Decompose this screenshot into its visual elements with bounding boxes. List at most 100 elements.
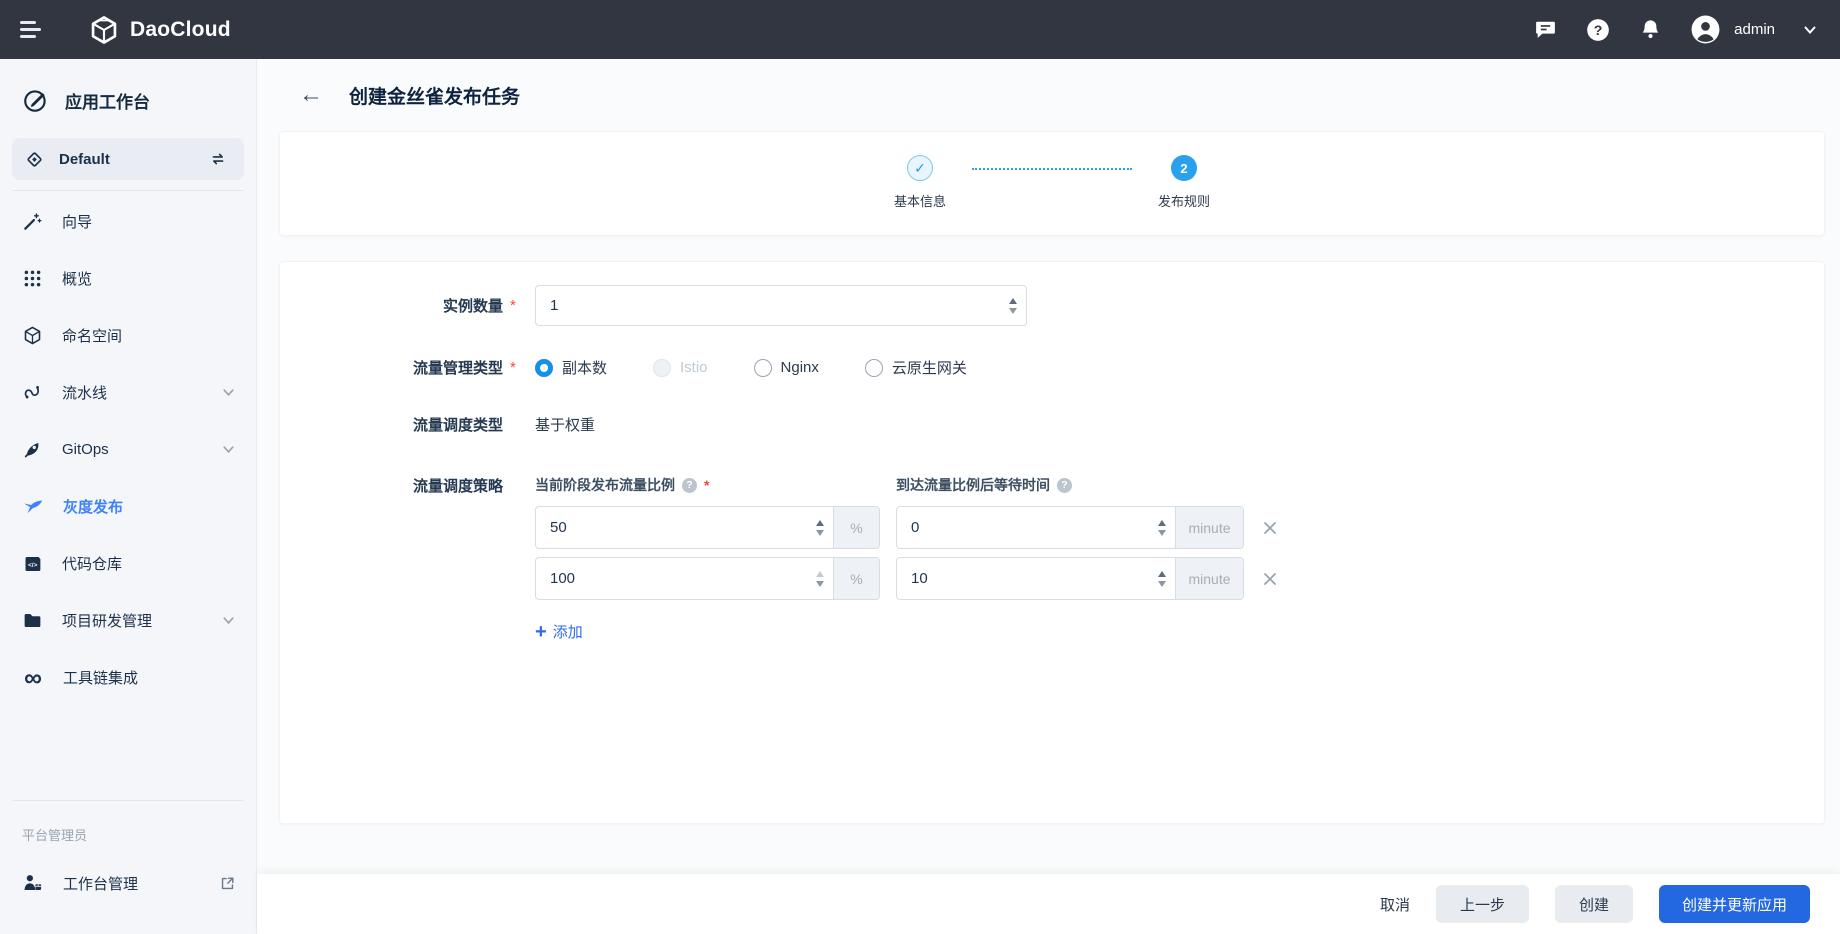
chevron-down-icon[interactable]	[221, 442, 236, 457]
step-label: 基本信息	[894, 191, 946, 210]
radio-nginx[interactable]: Nginx	[754, 359, 819, 377]
policy-row: % minute	[535, 506, 1278, 549]
stepper-down-icon[interactable]	[816, 530, 824, 536]
instance-count-input[interactable]	[536, 286, 1000, 325]
app-window: DaoCloud ?	[0, 0, 1840, 934]
stepper-up-icon[interactable]	[1009, 298, 1017, 304]
code-repo-icon: </>	[22, 553, 43, 574]
username-label: admin	[1734, 21, 1775, 38]
percent-unit: %	[833, 507, 879, 548]
help-icon[interactable]: ?	[682, 478, 697, 493]
switch-workspace-icon[interactable]	[208, 149, 228, 169]
schedule-type-row: 流量调度类型 基于权重	[280, 414, 1824, 435]
step-connector	[972, 168, 1132, 170]
infinity-icon: ∞	[22, 668, 44, 688]
ratio-input[interactable]	[536, 507, 807, 548]
number-stepper[interactable]	[1149, 558, 1175, 599]
ratio-input-group: %	[535, 557, 880, 600]
minute-unit: minute	[1175, 507, 1243, 548]
schedule-type-label: 流量调度类型	[280, 414, 503, 435]
percent-unit: %	[833, 558, 879, 599]
stepper-down-icon[interactable]	[1158, 530, 1166, 536]
number-stepper[interactable]	[1000, 286, 1026, 325]
sidebar-item-toolchain[interactable]: ∞ 工具链集成	[0, 649, 256, 706]
radio-istio[interactable]: Istio	[653, 359, 708, 377]
sidebar-item-overview[interactable]: 概览	[0, 250, 256, 307]
brand: DaoCloud	[88, 14, 231, 46]
messages-icon[interactable]	[1533, 17, 1558, 42]
wait-input-group: minute	[896, 557, 1244, 600]
chevron-down-icon[interactable]	[221, 613, 236, 628]
number-stepper[interactable]	[807, 507, 833, 548]
grid-icon	[22, 268, 43, 289]
required-asterisk: *	[503, 297, 535, 314]
stepper-up-icon[interactable]	[816, 520, 824, 526]
workspace-selector[interactable]: Default	[12, 138, 244, 180]
chevron-down-icon[interactable]	[221, 385, 236, 400]
add-row-button[interactable]: + 添加	[535, 621, 583, 642]
svg-text:?: ?	[1594, 21, 1603, 37]
radio-cloud-native-gateway[interactable]: 云原生网关	[865, 357, 967, 378]
workbench-label: 应用工作台	[65, 88, 150, 113]
sidebar-item-wizard[interactable]: 向导	[0, 193, 256, 250]
sidebar-item-canary-release[interactable]: 灰度发布	[0, 478, 256, 535]
user-menu-chevron-icon[interactable]	[1802, 22, 1818, 38]
sidebar-nav: 向导 概览	[0, 193, 256, 706]
external-link-icon[interactable]	[219, 875, 236, 892]
sidebar-item-namespace[interactable]: 命名空间	[0, 307, 256, 364]
sidebar-item-workbench-management[interactable]: 工作台管理	[0, 858, 256, 908]
help-icon[interactable]: ?	[1057, 478, 1072, 493]
number-stepper[interactable]	[1149, 507, 1175, 548]
stepper-down-icon[interactable]	[816, 581, 824, 587]
user-avatar[interactable]	[1690, 14, 1721, 45]
stepper-down-icon[interactable]	[1158, 581, 1166, 587]
workbench-icon	[22, 87, 49, 114]
sidebar-item-project-management[interactable]: 项目研发管理	[0, 592, 256, 649]
topbar-actions: ? admin	[1533, 14, 1818, 45]
stepper-down-icon[interactable]	[1009, 308, 1017, 314]
topbar: DaoCloud ?	[0, 0, 1840, 59]
stepper-card: ✓ 基本信息 2 发布规则	[279, 131, 1825, 236]
help-icon[interactable]: ?	[1585, 17, 1611, 43]
policy-label: 流量调度策略	[280, 475, 503, 496]
wait-input-group: minute	[896, 506, 1244, 549]
footer-actions: 取消 上一步 创建 创建并更新应用	[257, 874, 1840, 934]
brand-name: DaoCloud	[130, 18, 231, 42]
radio-selected-icon	[535, 359, 553, 377]
wait-input[interactable]	[897, 507, 1149, 548]
sidebar-item-app-workbench[interactable]: 应用工作台	[0, 59, 256, 134]
namespace-cube-icon	[22, 325, 43, 346]
ratio-input[interactable]	[536, 558, 807, 599]
remove-row-icon[interactable]	[1262, 571, 1278, 587]
sidebar-item-gitops[interactable]: GitOps	[0, 421, 256, 478]
stepper-up-icon[interactable]	[1158, 520, 1166, 526]
folder-icon	[22, 610, 43, 631]
step-active-circle: 2	[1171, 155, 1197, 181]
ratio-input-group: %	[535, 506, 880, 549]
create-button[interactable]: 创建	[1555, 885, 1633, 923]
policy-section: 流量调度策略 当前阶段发布流量比例 ? * 到达流量比例后等待时间	[280, 475, 1824, 643]
number-stepper[interactable]	[807, 558, 833, 599]
sidebar-item-pipeline[interactable]: 流水线	[0, 364, 256, 421]
remove-row-icon[interactable]	[1262, 520, 1278, 536]
bird-icon	[22, 496, 44, 518]
cancel-button[interactable]: 取消	[1380, 894, 1410, 915]
person-box-icon	[22, 872, 44, 894]
stepper-up-icon[interactable]	[816, 571, 824, 577]
previous-step-button[interactable]: 上一步	[1436, 885, 1529, 923]
menu-toggle-icon[interactable]	[20, 21, 46, 38]
page-title: 创建金丝雀发布任务	[349, 82, 520, 109]
create-and-update-button[interactable]: 创建并更新应用	[1659, 885, 1810, 923]
policy-table: 当前阶段发布流量比例 ? * 到达流量比例后等待时间 ?	[535, 475, 1278, 643]
radio-replicas[interactable]: 副本数	[535, 357, 607, 378]
sidebar-divider	[12, 190, 244, 191]
notifications-bell-icon[interactable]	[1638, 17, 1663, 42]
sidebar-divider	[12, 800, 244, 801]
traffic-type-row: 流量管理类型 * 副本数 Istio	[280, 357, 1824, 378]
schedule-type-value: 基于权重	[535, 414, 595, 435]
sidebar-item-code-repo[interactable]: </> 代码仓库	[0, 535, 256, 592]
stepper-up-icon[interactable]	[1158, 571, 1166, 577]
wait-input[interactable]	[897, 558, 1149, 599]
radio-icon	[865, 359, 883, 377]
back-button[interactable]: ←	[299, 83, 323, 107]
